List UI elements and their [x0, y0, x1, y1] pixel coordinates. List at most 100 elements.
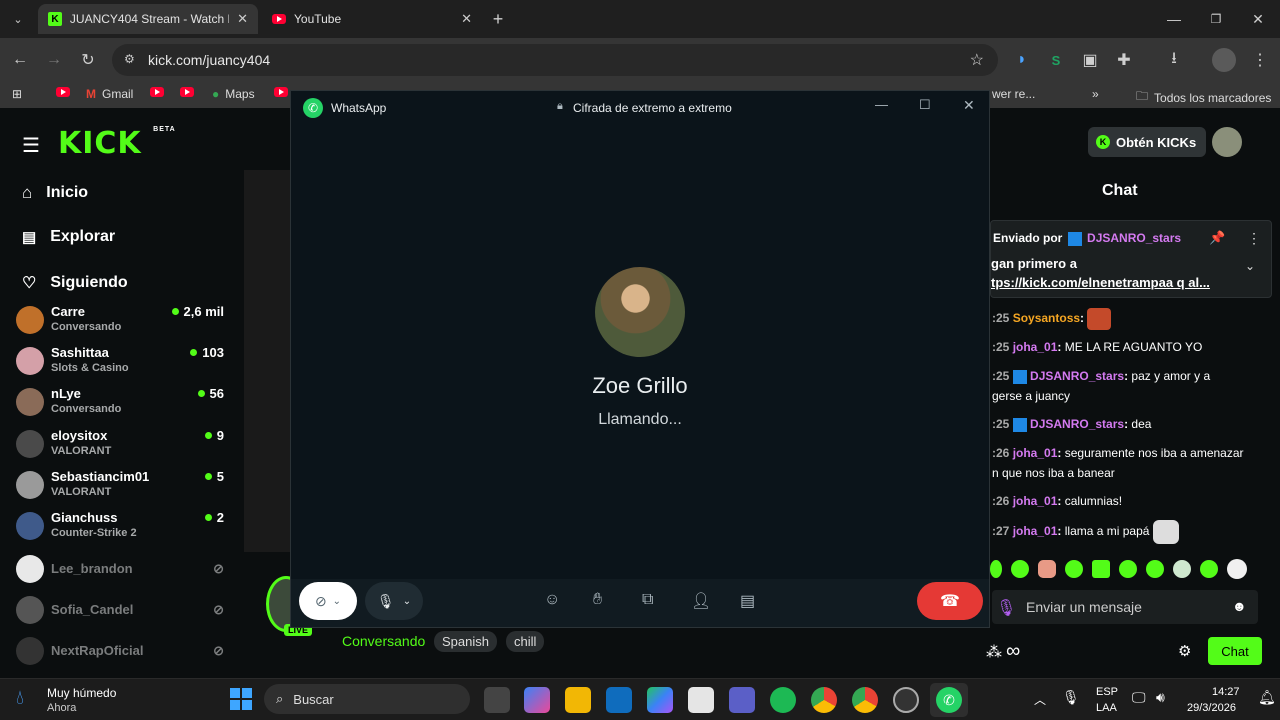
emote-icon[interactable] [990, 560, 1002, 578]
forward-icon[interactable]: → [44, 50, 64, 70]
clock-time[interactable]: 14:27 [1212, 686, 1240, 698]
stream-video[interactable] [244, 170, 290, 552]
weather-title[interactable]: Muy húmedo [47, 686, 116, 700]
tab-search-icon[interactable]: ⌄ [8, 9, 28, 29]
task-view-icon[interactable] [484, 687, 510, 713]
microphone-button[interactable]: 🎙︎ ⌄ [365, 582, 423, 620]
extension-s-icon[interactable]: S [1046, 50, 1066, 70]
extension-icon[interactable]: ◗ [1012, 50, 1032, 70]
pinned-link[interactable]: tps://kick.com/elnenetrampaa q al... [991, 275, 1210, 290]
restore-icon[interactable]: ❐ [1206, 9, 1226, 29]
weather-drop-icon[interactable]: 💧︎ [16, 687, 24, 710]
close-window-icon[interactable]: ✕ [1248, 9, 1268, 29]
minimize-icon[interactable]: — [875, 97, 888, 112]
emote-icon[interactable] [1092, 560, 1110, 578]
hang-up-button[interactable]: ☎︎ [917, 582, 983, 620]
whatsapp-taskbar-button[interactable]: ✆ [930, 683, 968, 717]
chat-username[interactable]: DJSANRO_stars [1030, 369, 1124, 383]
chat-username[interactable]: Soysantoss [1013, 311, 1080, 325]
microsoft365-icon[interactable] [647, 687, 673, 713]
sidebar-channel[interactable]: Gianchuss Counter-Strike 2 2 [16, 510, 228, 550]
tab-kick[interactable]: K JUANCY404 Stream - Watch Liv ✕ [38, 4, 258, 34]
bookmark-maps[interactable]: ● Maps [212, 87, 255, 101]
sidebar-channel[interactable]: Sebastiancim01 VALORANT 5 [16, 469, 228, 509]
emote-icon[interactable] [1200, 560, 1218, 578]
tray-overflow-icon[interactable]: ︿ [1034, 691, 1046, 708]
language-indicator[interactable]: ESP [1096, 686, 1118, 698]
bookmark-youtube[interactable] [274, 87, 288, 97]
kicks-icon[interactable]: ⁂ [986, 642, 1002, 662]
apps-grid-icon[interactable]: ⊞ [12, 87, 22, 101]
pin-icon[interactable]: 📌 [1209, 230, 1225, 246]
url-bar[interactable]: ⚙ kick.com/juancy404 ☆ [112, 44, 998, 76]
nav-explorar[interactable]: ▤ Explorar [22, 228, 115, 246]
nav-inicio[interactable]: ⌂ Inicio [22, 183, 88, 203]
user-avatar[interactable] [1212, 127, 1242, 157]
obs-icon[interactable] [893, 687, 919, 713]
notification-icon[interactable]: 🔔︎ [1258, 689, 1276, 706]
chat-username[interactable]: joha_01 [1013, 494, 1058, 508]
chat-panel-icon[interactable]: ▤ [740, 591, 755, 611]
volume-icon[interactable]: 🔊︎ [1156, 689, 1165, 706]
bookmark-star-icon[interactable]: ☆ [970, 50, 984, 70]
store-icon[interactable] [688, 687, 714, 713]
emote-icon[interactable] [1038, 560, 1056, 578]
outlook-icon[interactable] [606, 687, 632, 713]
emote-icon[interactable] [1065, 560, 1083, 578]
chrome-icon[interactable] [811, 687, 837, 713]
emote-icon[interactable] [1119, 560, 1137, 578]
reload-icon[interactable]: ↻ [78, 50, 98, 70]
kick-logo[interactable]: KICK BETA [58, 126, 176, 161]
maximize-icon[interactable]: ☐ [919, 97, 931, 113]
bookmark-youtube[interactable] [150, 87, 164, 97]
taskbar-search[interactable]: ⌕ Buscar [264, 684, 470, 714]
bookmark-youtube[interactable] [180, 87, 194, 97]
chat-username[interactable]: joha_01 [1013, 340, 1058, 354]
copilot-icon[interactable] [524, 687, 550, 713]
chevron-down-icon[interactable]: ⌄ [1245, 259, 1255, 273]
site-info-icon[interactable]: ⚙ [124, 52, 135, 66]
chrome-profile-icon[interactable] [852, 687, 878, 713]
network-icon[interactable]: 🖵︎ [1132, 689, 1146, 706]
all-bookmarks[interactable]: 🗀 Todos los marcadores [1136, 87, 1271, 108]
emoji-icon[interactable]: ☻ [1232, 598, 1247, 614]
chat-send-button[interactable]: Chat [1208, 637, 1262, 665]
sidebar-channel[interactable]: eloysitox VALORANT 9 [16, 428, 228, 468]
menu-kebab-icon[interactable]: ⋮ [1250, 50, 1270, 70]
emote-icon[interactable] [1011, 560, 1029, 578]
chat-username[interactable]: joha_01 [1013, 524, 1058, 538]
minimize-icon[interactable]: — [1164, 9, 1184, 29]
stream-tag[interactable]: chill [506, 631, 545, 652]
hamburger-menu-icon[interactable]: ☰ [22, 133, 40, 158]
pinned-message[interactable]: Enviado por DJSANRO_stars 📌 ⋮ gan primer… [990, 220, 1272, 298]
new-tab-icon[interactable]: + [488, 9, 508, 29]
start-button[interactable] [230, 688, 252, 710]
clock-date[interactable]: 29/3/2026 [1187, 702, 1236, 714]
add-participant-icon[interactable]: 👤︎ [691, 591, 711, 611]
sidebar-channel[interactable]: Carre Conversando 2,6 mil [16, 304, 228, 344]
nav-siguiendo[interactable]: ♡ Siguiendo [22, 273, 128, 293]
camera-toggle-button[interactable]: ⊘ ⌄ [299, 582, 357, 620]
chat-username[interactable]: DJSANRO_stars [1030, 417, 1124, 431]
spotify-icon[interactable] [770, 687, 796, 713]
obtain-kicks-button[interactable]: K Obtén KICKs [1088, 127, 1206, 157]
raise-hand-icon[interactable]: ✋︎ [593, 591, 602, 609]
mic-muted-icon[interactable]: 🎙︎ [1062, 689, 1080, 706]
tab-close-icon[interactable]: ✕ [237, 11, 248, 27]
emote-icon[interactable] [1227, 559, 1247, 579]
sidebar-channel[interactable]: NextRapOficial ⊘ [16, 635, 228, 675]
file-explorer-icon[interactable] [565, 687, 591, 713]
bookmark-item[interactable]: wer re... [992, 87, 1035, 101]
sidebar-channel[interactable]: Sashittaa Slots & Casino 103 [16, 345, 228, 385]
back-icon[interactable]: ← [10, 50, 30, 70]
tab-youtube[interactable]: YouTube ✕ [262, 4, 482, 34]
sidebar-channel[interactable]: Sofia_Candel ⊘ [16, 594, 228, 634]
emoji-reaction-icon[interactable]: ☺ [544, 591, 560, 609]
stream-category[interactable]: Conversando [342, 633, 425, 649]
extensions-puzzle-icon[interactable]: ✚ [1114, 50, 1134, 70]
emote-icon[interactable] [1173, 560, 1191, 578]
bookmark-youtube[interactable] [56, 87, 70, 97]
download-icon[interactable]: ⭳ [1164, 50, 1184, 70]
screen-share-icon[interactable]: ⧉ [642, 591, 653, 609]
close-icon[interactable]: ✕ [963, 97, 975, 114]
